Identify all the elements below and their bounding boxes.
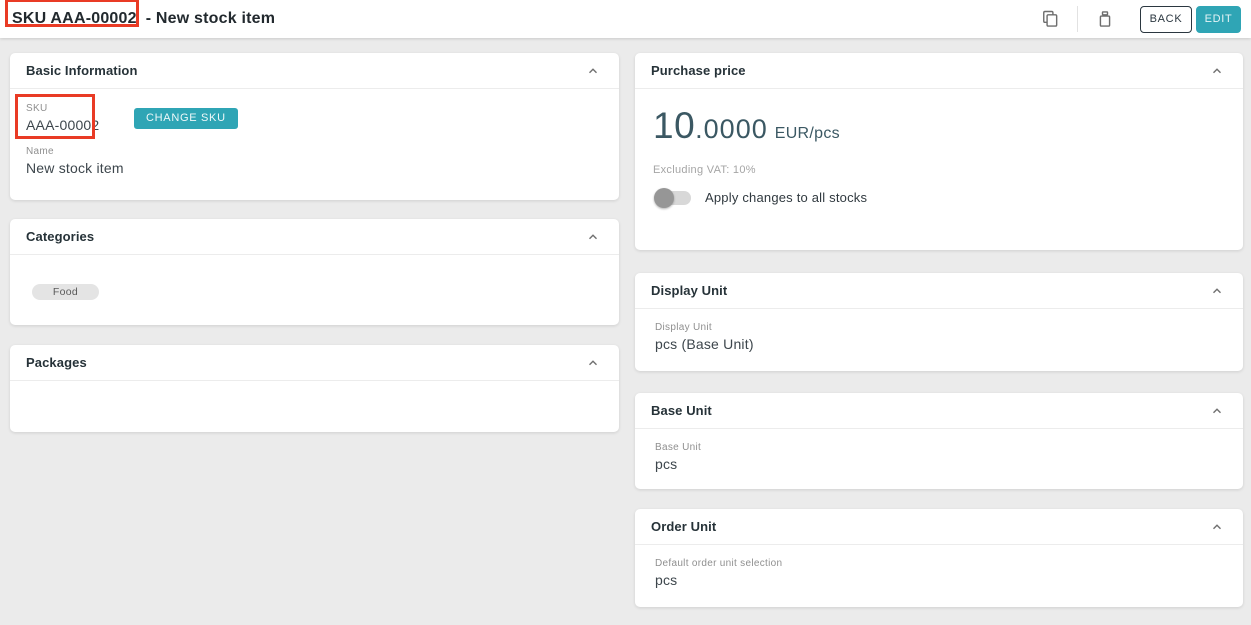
sku-value: AAA-00002 <box>26 117 118 133</box>
chevron-up-icon[interactable] <box>1207 61 1227 81</box>
trash-icon[interactable] <box>1090 4 1120 34</box>
card-packages: Packages <box>10 345 619 432</box>
order-unit-body: Default order unit selection pcs <box>635 545 1243 588</box>
price-decimal: .0000 <box>695 114 768 144</box>
copy-icon[interactable] <box>1035 4 1065 34</box>
order-unit-title: Order Unit <box>651 519 716 534</box>
header-actions: BACK EDIT <box>1035 4 1241 34</box>
base-unit-title: Base Unit <box>651 403 712 418</box>
display-unit-header: Display Unit <box>635 273 1243 309</box>
chevron-up-icon[interactable] <box>1207 517 1227 537</box>
categories-title: Categories <box>26 229 94 244</box>
chevron-up-icon[interactable] <box>583 353 603 373</box>
display-unit-label: Display Unit <box>655 322 1223 333</box>
content-area: Basic Information SKU AAA-00002 CHANGE S… <box>0 38 1251 607</box>
card-categories: Categories Food <box>10 219 619 325</box>
page-title: SKU AAA-00002 - New stock item <box>0 10 275 28</box>
card-basic-information: Basic Information SKU AAA-00002 CHANGE S… <box>10 53 619 200</box>
card-order-unit: Order Unit Default order unit selection … <box>635 509 1243 607</box>
change-sku-button[interactable]: CHANGE SKU <box>134 108 238 129</box>
name-value: New stock item <box>26 160 603 176</box>
purchase-price-header: Purchase price <box>635 53 1243 89</box>
basic-information-header: Basic Information <box>10 53 619 89</box>
purchase-price-body: 10.0000 EUR/pcs Excluding VAT: 10% Apply … <box>635 89 1243 205</box>
price-unit: EUR/pcs <box>775 125 840 142</box>
display-unit-value: pcs (Base Unit) <box>655 336 1223 352</box>
name-field: Name New stock item <box>26 146 603 176</box>
category-chip: Food <box>32 284 99 300</box>
order-unit-label: Default order unit selection <box>655 558 1223 569</box>
edit-button[interactable]: EDIT <box>1196 6 1241 33</box>
basic-information-body: SKU AAA-00002 CHANGE SKU Name New stock … <box>10 89 619 176</box>
card-purchase-price: Purchase price 10.0000 EUR/pcs Excluding … <box>635 53 1243 250</box>
basic-information-title: Basic Information <box>26 63 138 78</box>
display-unit-title: Display Unit <box>651 283 727 298</box>
base-unit-body: Base Unit pcs <box>635 429 1243 472</box>
chevron-up-icon[interactable] <box>583 61 603 81</box>
sku-label: SKU <box>26 103 118 114</box>
packages-header: Packages <box>10 345 619 381</box>
packages-title: Packages <box>26 355 87 370</box>
apply-changes-label: Apply changes to all stocks <box>705 190 867 205</box>
base-unit-value: pcs <box>655 456 1223 472</box>
name-label: Name <box>26 146 603 157</box>
price-integer: 10 <box>653 105 695 146</box>
header-divider <box>1077 6 1078 32</box>
trash-icon-glyph <box>1095 9 1115 29</box>
left-column: Basic Information SKU AAA-00002 CHANGE S… <box>10 53 619 607</box>
card-display-unit: Display Unit Display Unit pcs (Base Unit… <box>635 273 1243 371</box>
order-unit-value: pcs <box>655 572 1223 588</box>
apply-changes-row: Apply changes to all stocks <box>653 190 1225 205</box>
toggle-knob-icon <box>654 188 674 208</box>
vat-note: Excluding VAT: 10% <box>653 164 1225 176</box>
base-unit-header: Base Unit <box>635 393 1243 429</box>
base-unit-label: Base Unit <box>655 442 1223 453</box>
apply-changes-toggle[interactable] <box>657 191 691 205</box>
chevron-up-icon[interactable] <box>1207 281 1227 301</box>
page-title-suffix: - New stock item <box>146 10 275 28</box>
page-title-sku: SKU AAA-00002 <box>12 10 137 28</box>
page-header: SKU AAA-00002 - New stock item BACK EDIT <box>0 0 1251 38</box>
categories-header: Categories <box>10 219 619 255</box>
card-base-unit: Base Unit Base Unit pcs <box>635 393 1243 489</box>
chevron-up-icon[interactable] <box>1207 401 1227 421</box>
sku-field: SKU AAA-00002 <box>26 103 118 133</box>
price-value: 10.0000 EUR/pcs <box>653 105 1225 147</box>
display-unit-body: Display Unit pcs (Base Unit) <box>635 309 1243 352</box>
right-column: Purchase price 10.0000 EUR/pcs Excluding … <box>635 53 1243 607</box>
order-unit-header: Order Unit <box>635 509 1243 545</box>
purchase-price-title: Purchase price <box>651 63 746 78</box>
copy-icon-glyph <box>1040 9 1060 29</box>
back-button[interactable]: BACK <box>1140 6 1192 33</box>
sku-row: SKU AAA-00002 CHANGE SKU <box>26 103 603 133</box>
categories-body: Food <box>10 255 619 300</box>
chevron-up-icon[interactable] <box>583 227 603 247</box>
